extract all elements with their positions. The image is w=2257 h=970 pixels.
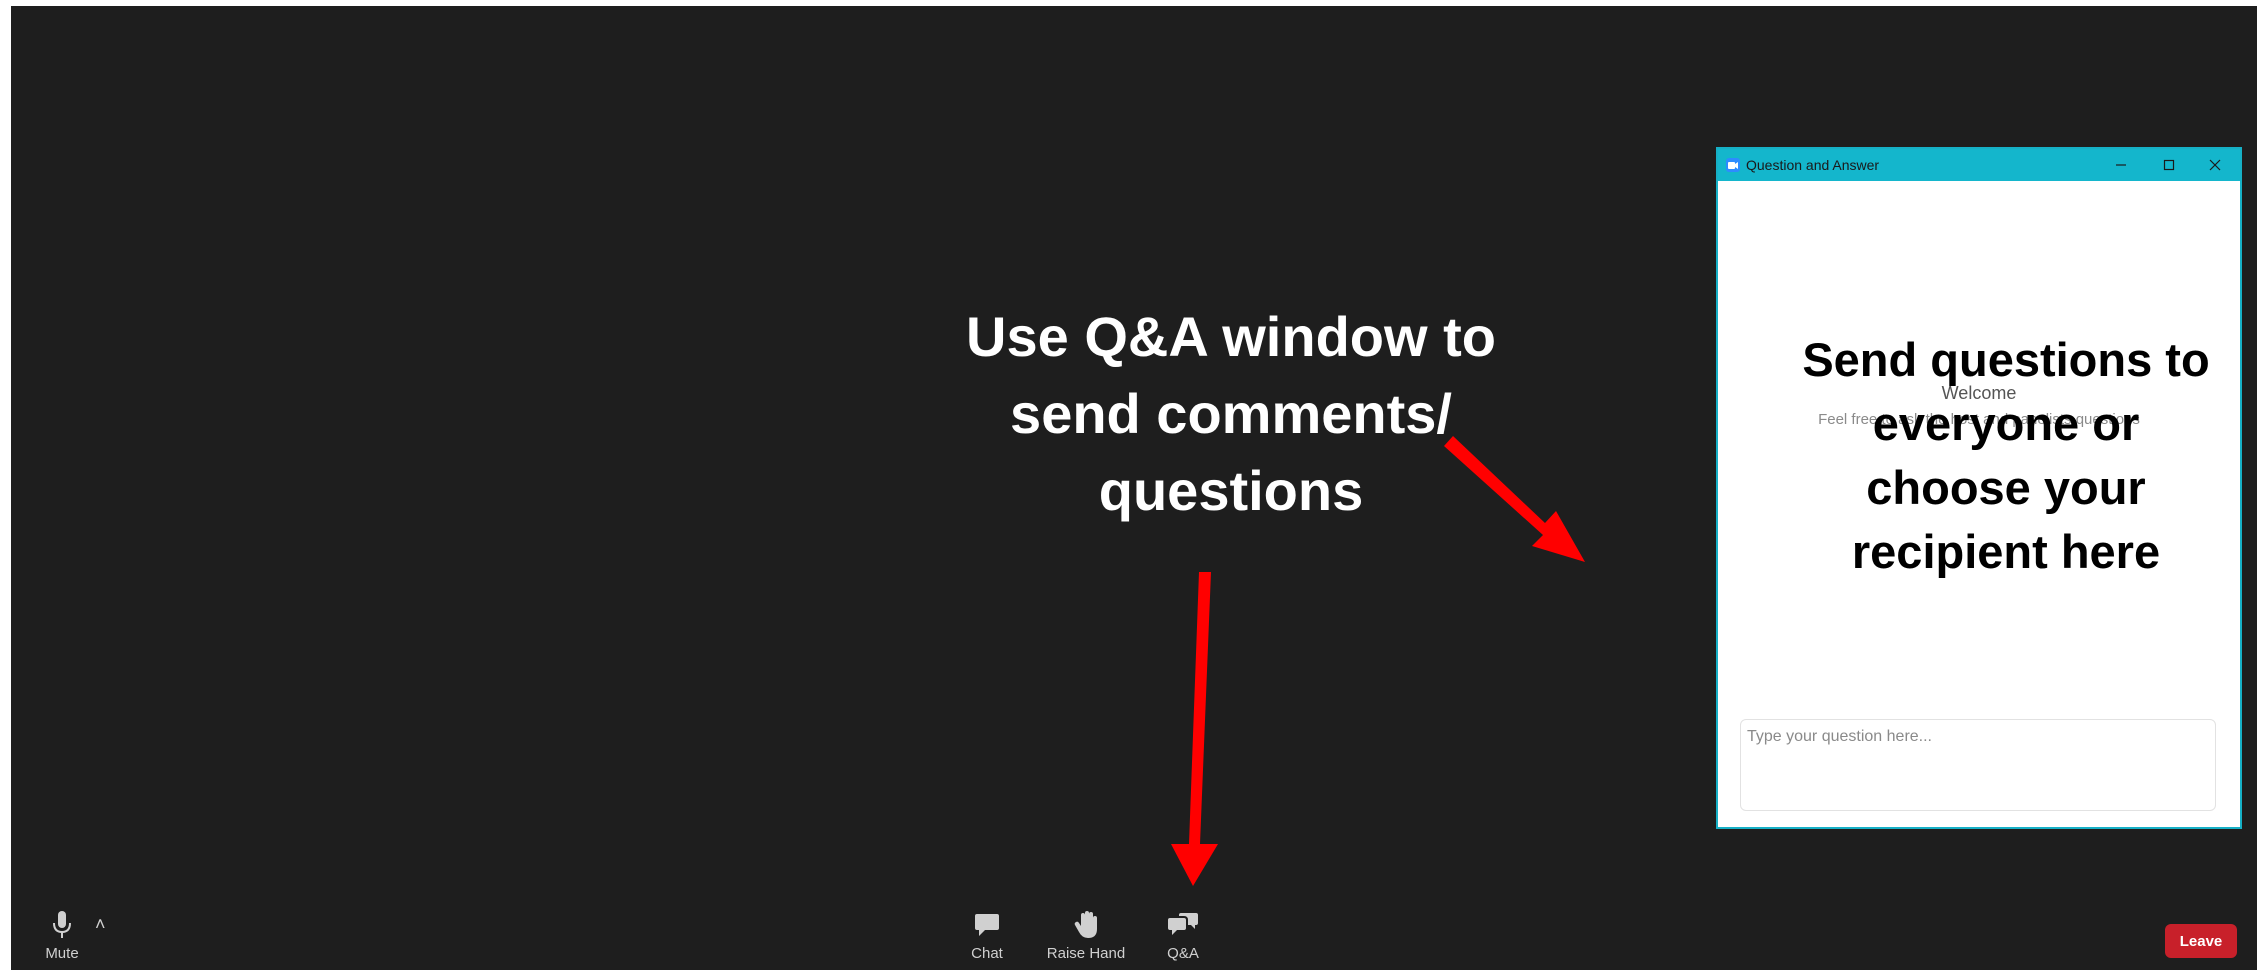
raise-hand-label: Raise Hand [1046,945,1126,962]
close-icon[interactable] [2192,149,2238,181]
chat-icon [967,907,1007,943]
annotation-side-line: Send questions to [1802,333,2210,386]
annotation-main-line: send comments/ [1010,382,1452,445]
annotation-side-line: recipient here [1851,525,2161,578]
qa-icon [1163,907,1203,943]
question-input-box [1740,719,2216,811]
annotation-main-line: questions [1098,459,1364,522]
chevron-up-icon[interactable]: ˄ [95,914,106,935]
annotation-side: Send questions to everyone or choose you… [1781,328,2231,584]
mute-button[interactable]: Mute [41,907,83,962]
annotation-side-line: everyone or [1872,397,2140,450]
arrow-to-qa-button [1171,572,1218,886]
leave-button[interactable]: Leave [2165,924,2237,958]
qa-button[interactable]: Q&A [1155,907,1211,962]
raise-hand-button[interactable]: Raise Hand [1033,907,1139,962]
hand-icon [1066,907,1106,943]
mute-label: Mute [45,945,79,962]
meeting-stage: Use Q&A window to send comments/ questio… [11,6,2257,970]
zoom-app-icon [1726,158,1740,172]
annotation-main-line: Use Q&A window to [966,305,1496,368]
question-input[interactable] [1741,720,2215,810]
minimize-icon[interactable] [2098,149,2144,181]
annotation-side-line: choose your [1866,461,2146,514]
qa-titlebar[interactable]: Question and Answer [1718,149,2240,181]
qa-label: Q&A [1167,945,1199,962]
maximize-icon[interactable] [2146,149,2192,181]
chat-button[interactable]: Chat [955,907,1019,962]
microphone-icon [42,907,82,943]
qa-window-title: Question and Answer [1746,157,1880,173]
chat-label: Chat [971,945,1003,962]
annotation-main: Use Q&A window to send comments/ questio… [901,298,1561,529]
